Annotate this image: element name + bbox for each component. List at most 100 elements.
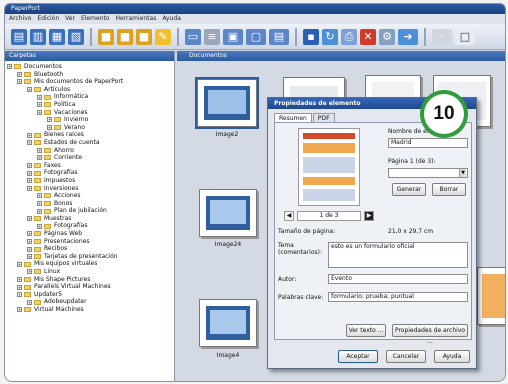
autor-input[interactable]: Evento xyxy=(328,274,468,284)
nombre-input[interactable]: Madrid xyxy=(388,138,468,148)
folder-tree-item[interactable]: + Bluetooth xyxy=(7,71,172,79)
folder-tree-item[interactable]: + Páginas Web xyxy=(7,230,172,238)
folder-add-icon[interactable]: ■ xyxy=(117,28,133,45)
generar-button[interactable]: Generar xyxy=(392,183,426,196)
folder-tree-item[interactable]: + Mis equipos virtuales xyxy=(7,260,172,268)
expand-icon[interactable]: + xyxy=(37,147,42,153)
folder-tree-item[interactable]: + Muestras xyxy=(7,215,172,223)
expand-icon[interactable]: + xyxy=(27,163,32,169)
delete-icon[interactable]: ✕ xyxy=(360,28,376,45)
menu-item[interactable]: Archivo xyxy=(9,15,31,22)
folder-tree-item[interactable]: + Bienes raíces xyxy=(7,131,172,139)
copy-icon[interactable]: ▧ xyxy=(68,28,84,45)
expand-icon[interactable]: + xyxy=(37,109,42,115)
pagina-select[interactable]: ▼ xyxy=(388,168,468,178)
document-thumbnail[interactable] xyxy=(199,299,257,347)
folder-tree-item[interactable]: + Corriente xyxy=(7,154,172,162)
stack-icon[interactable]: ▦ xyxy=(49,28,65,45)
folder-tree-item[interactable]: + Presentaciones xyxy=(7,238,172,246)
expand-icon[interactable]: + xyxy=(17,284,22,290)
expand-icon[interactable]: + xyxy=(27,132,32,138)
expand-icon[interactable]: + xyxy=(47,117,52,123)
expand-icon[interactable]: + xyxy=(7,64,12,70)
save-icon[interactable]: ▪ xyxy=(303,28,319,45)
folder-tree-item[interactable]: + Mis Shape Pictures xyxy=(7,276,172,284)
folder-tree-item[interactable]: + Verano xyxy=(7,124,172,132)
expand-icon[interactable]: + xyxy=(27,246,32,252)
folder-tree-item[interactable]: + Linux xyxy=(7,268,172,276)
menu-item[interactable]: Ayuda xyxy=(162,15,181,22)
expand-icon[interactable]: + xyxy=(37,193,42,199)
expand-icon[interactable]: + xyxy=(17,276,22,282)
expand-icon[interactable]: + xyxy=(27,178,32,184)
expand-icon[interactable]: + xyxy=(37,200,42,206)
folder-tree-item[interactable]: + Vacaciones xyxy=(7,109,172,117)
cancelar-button[interactable]: Cancelar xyxy=(386,350,426,363)
document-thumbnail[interactable] xyxy=(199,189,257,237)
document-thumbnail[interactable] xyxy=(195,77,259,129)
folder-tree-item[interactable]: + Parallels Virtual Machines xyxy=(7,283,172,291)
menu-item[interactable]: Elemento xyxy=(81,15,110,22)
folder-tree-item[interactable]: + Artículos xyxy=(7,86,172,94)
expand-icon[interactable]: + xyxy=(17,71,22,77)
folder-tree-item[interactable]: + Acciones xyxy=(7,192,172,200)
expand-icon[interactable]: + xyxy=(17,261,22,267)
expand-icon[interactable]: + xyxy=(37,155,42,161)
print-icon[interactable]: ⎙ xyxy=(341,28,357,45)
folder-up-icon[interactable]: ■ xyxy=(136,28,152,45)
folder-tree-item[interactable]: + Recibos xyxy=(7,245,172,253)
send-dropdown-icon[interactable]: ➔ xyxy=(398,28,418,45)
expand-icon[interactable]: + xyxy=(17,307,22,313)
palabras-input[interactable]: formulario; prueba; puntual xyxy=(328,292,468,302)
propiedades-archivo-button[interactable]: Propiedades de archivo ... xyxy=(392,324,468,345)
annotate-dropdown-icon[interactable]: ▢ xyxy=(246,28,266,45)
expand-icon[interactable]: + xyxy=(27,140,32,146)
expand-icon[interactable]: + xyxy=(37,223,42,229)
folder-tree-item[interactable]: + Documentos xyxy=(7,63,172,71)
menu-item[interactable]: Ver xyxy=(65,15,75,22)
expand-icon[interactable]: + xyxy=(27,216,32,222)
folder-tree-item[interactable]: + Impuestos xyxy=(7,177,172,185)
scan-icon[interactable]: ▤ xyxy=(11,28,27,45)
menu-item[interactable]: Edición xyxy=(37,15,59,22)
next-page-icon[interactable]: ▶ xyxy=(364,211,374,221)
highlight-icon[interactable]: ✎ xyxy=(155,28,171,45)
expand-icon[interactable]: + xyxy=(27,254,32,260)
page-icon[interactable]: ▥ xyxy=(30,28,46,45)
folder-tree-item[interactable]: + Virtual Machines xyxy=(7,306,172,314)
expand-icon[interactable]: + xyxy=(27,299,32,305)
expand-icon[interactable]: + xyxy=(37,94,42,100)
folder-tree-item[interactable]: + Mis documentos de PaperPort xyxy=(7,78,172,86)
expand-icon[interactable]: + xyxy=(27,87,32,93)
list-icon[interactable]: ≡ xyxy=(204,28,220,45)
expand-icon[interactable]: + xyxy=(17,79,22,85)
folder-tree-item[interactable]: + Adobeupdater xyxy=(7,298,172,306)
expand-icon[interactable]: + xyxy=(27,269,32,275)
folder-tree-item[interactable]: + Invierno xyxy=(7,116,172,124)
folder-tree-item[interactable]: + Informática xyxy=(7,93,172,101)
refresh-icon[interactable]: ↻ xyxy=(322,28,338,45)
settings-icon[interactable]: ⚙ xyxy=(379,28,395,45)
expand-icon[interactable]: + xyxy=(27,238,32,244)
expand-icon[interactable]: + xyxy=(17,292,22,298)
thumbnail-dropdown-icon[interactable]: ▣ xyxy=(223,28,243,45)
ver-texto-button[interactable]: Ver texto ... xyxy=(346,324,386,337)
folder-tree-item[interactable]: + Plan de jubilación xyxy=(7,207,172,215)
previous-page-icon[interactable]: ◀ xyxy=(284,211,294,221)
expand-icon[interactable]: + xyxy=(27,170,32,176)
folder-tree-item[interactable]: + Tarjetas de presentación xyxy=(7,253,172,261)
folder-tree-item[interactable]: + Estados de cuenta xyxy=(7,139,172,147)
folder-tree-item[interactable]: + Política xyxy=(7,101,172,109)
borrar-button[interactable]: Borrar xyxy=(432,183,466,196)
tema-textarea[interactable]: esto es un formulario oficial xyxy=(328,242,468,268)
document-thumbnail[interactable] xyxy=(477,267,505,325)
menu-item[interactable]: Herramientas xyxy=(115,15,156,22)
folder-tree-item[interactable]: + Fotografías xyxy=(7,222,172,230)
view-icon[interactable]: ▭ xyxy=(185,28,201,45)
ayuda-button[interactable]: Ayuda xyxy=(434,350,470,363)
aceptar-button[interactable]: Aceptar xyxy=(338,350,378,363)
expand-icon[interactable]: + xyxy=(37,102,42,108)
tools-dropdown-icon[interactable]: ▤ xyxy=(269,28,289,45)
expand-icon[interactable]: + xyxy=(27,185,32,191)
folder-tree-item[interactable]: + Inversiones xyxy=(7,185,172,193)
